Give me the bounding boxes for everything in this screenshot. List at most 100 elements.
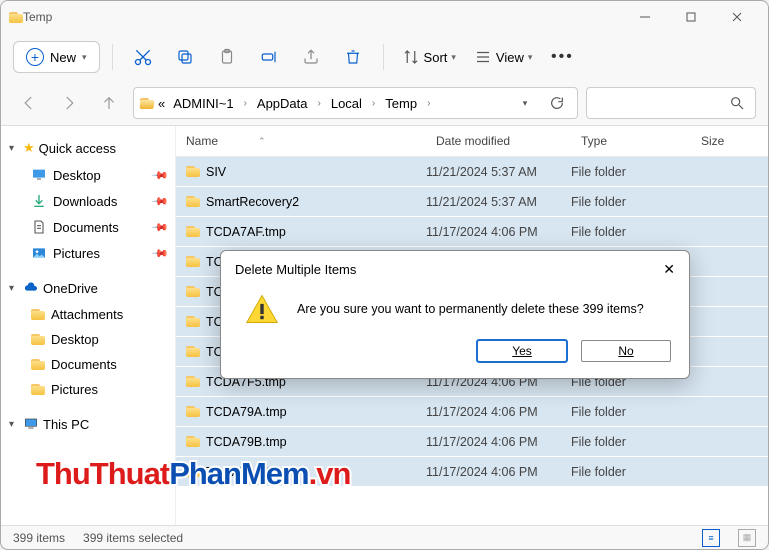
file-name: TCDA79B.tmp (206, 435, 287, 449)
file-date: 11/17/2024 4:06 PM (426, 465, 571, 479)
folder-icon (31, 359, 45, 370)
chevron-down-icon: ▾ (451, 52, 456, 63)
col-date[interactable]: Date modified (426, 126, 571, 156)
back-button[interactable] (13, 87, 45, 119)
address-box[interactable]: « ADMINI~1 › AppData › Local › Temp › ▾ (133, 87, 578, 119)
plus-icon: + (26, 48, 44, 66)
thispc-header[interactable]: ▾ This PC (1, 410, 175, 438)
col-size[interactable]: Size (691, 126, 768, 156)
file-date: 11/21/2024 5:37 AM (426, 165, 571, 179)
file-type: File folder (571, 195, 691, 209)
table-row[interactable]: SIV11/21/2024 5:37 AMFile folder (176, 157, 768, 187)
file-type: File folder (571, 225, 691, 239)
file-date: 11/17/2024 4:06 PM (426, 225, 571, 239)
yes-button[interactable]: Yes (477, 340, 567, 362)
history-dropdown[interactable]: ▾ (511, 98, 539, 109)
onedrive-header[interactable]: ▾ OneDrive (1, 274, 175, 302)
folder-icon (186, 376, 200, 387)
sidebar-item-pictures[interactable]: Pictures 📌 (1, 240, 175, 266)
documents-icon (31, 219, 47, 235)
sort-button[interactable]: Sort ▾ (396, 48, 462, 66)
no-button[interactable]: No (581, 340, 671, 362)
chevron-right-icon[interactable]: › (370, 98, 377, 109)
rename-button[interactable] (251, 39, 287, 75)
chevron-right-icon[interactable]: › (316, 98, 323, 109)
file-name: TCDA79C.tmp (206, 465, 287, 479)
folder-icon (186, 346, 200, 357)
share-button[interactable] (293, 39, 329, 75)
sidebar-item-documents[interactable]: Documents 📌 (1, 214, 175, 240)
folder-icon (186, 316, 200, 327)
col-name[interactable]: Name (186, 134, 218, 148)
file-name: SIV (206, 165, 226, 179)
breadcrumb-prefix: « (158, 96, 165, 111)
more-button[interactable]: ••• (544, 39, 580, 75)
file-date: 11/17/2024 4:06 PM (426, 405, 571, 419)
up-button[interactable] (93, 87, 125, 119)
folder-icon (31, 384, 45, 395)
copy-button[interactable] (167, 39, 203, 75)
new-button[interactable]: + New ▾ (13, 41, 100, 73)
details-view-button[interactable]: ≡ (702, 529, 720, 547)
dialog-message: Are you sure you want to permanently del… (297, 302, 644, 316)
item-count: 399 items (13, 531, 65, 545)
pin-icon: 📌 (151, 244, 170, 263)
sidebar-item-od-pictures[interactable]: Pictures (1, 377, 175, 402)
titlebar-folder-icon (9, 12, 23, 23)
delete-button[interactable] (335, 39, 371, 75)
breadcrumb-segment[interactable]: ADMINI~1 (169, 94, 237, 113)
sidebar-item-attachments[interactable]: Attachments (1, 302, 175, 327)
table-row[interactable]: TCDA79B.tmp11/17/2024 4:06 PMFile folder (176, 427, 768, 457)
col-type[interactable]: Type (571, 126, 691, 156)
folder-icon (31, 309, 45, 320)
file-name: TCDA79A.tmp (206, 405, 287, 419)
table-row[interactable]: TCDA7AF.tmp 11/17/2024 4:06 PMFile folder (176, 217, 768, 247)
close-button[interactable] (714, 1, 760, 33)
quick-access-header[interactable]: ▾ ★ Quick access (1, 134, 175, 162)
status-bar: 399 items 399 items selected ≡ ▦ (1, 525, 768, 549)
dialog-title: Delete Multiple Items (235, 262, 356, 277)
window-title: Temp (23, 10, 622, 24)
thumbnails-view-button[interactable]: ▦ (738, 529, 756, 547)
column-headers[interactable]: Name ⌃ Date modified Type Size (176, 126, 768, 157)
file-date: 11/21/2024 5:37 AM (426, 195, 571, 209)
chevron-right-icon[interactable]: › (425, 98, 432, 109)
table-row[interactable]: TCDA79C.tmp11/17/2024 4:06 PMFile folder (176, 457, 768, 487)
sidebar-item-od-desktop[interactable]: Desktop (1, 327, 175, 352)
breadcrumb-segment[interactable]: Temp (381, 94, 421, 113)
chevron-down-icon: ▾ (528, 52, 533, 63)
breadcrumb-segment[interactable]: AppData (253, 94, 312, 113)
dialog-close-button[interactable]: ✕ (663, 261, 675, 278)
table-row[interactable]: TCDA79A.tmp 11/17/2024 4:06 PMFile folder (176, 397, 768, 427)
file-type: File folder (571, 405, 691, 419)
titlebar: Temp (1, 1, 768, 33)
search-box[interactable] (586, 87, 756, 119)
table-row[interactable]: SmartRecovery211/21/2024 5:37 AMFile fol… (176, 187, 768, 217)
sidebar-item-downloads[interactable]: Downloads 📌 (1, 188, 175, 214)
paste-button[interactable] (209, 39, 245, 75)
chevron-down-icon: ▾ (82, 52, 87, 63)
maximize-button[interactable] (668, 1, 714, 33)
chevron-down-icon: ▾ (9, 419, 19, 430)
forward-button[interactable] (53, 87, 85, 119)
pictures-icon (31, 245, 47, 261)
breadcrumb-segment[interactable]: Local (327, 94, 366, 113)
view-label: View (496, 50, 524, 65)
separator (112, 44, 113, 70)
address-bar: « ADMINI~1 › AppData › Local › Temp › ▾ (1, 81, 768, 125)
folder-icon (186, 436, 200, 447)
quick-access-label: Quick access (39, 141, 116, 156)
view-button[interactable]: View ▾ (468, 48, 538, 66)
pin-icon: 📌 (151, 218, 170, 237)
selected-count: 399 items selected (83, 531, 183, 545)
pin-icon: 📌 (151, 192, 170, 211)
refresh-button[interactable] (543, 95, 571, 111)
sidebar-item-od-documents[interactable]: Documents (1, 352, 175, 377)
minimize-button[interactable] (622, 1, 668, 33)
sidebar-item-desktop[interactable]: Desktop 📌 (1, 162, 175, 188)
sort-indicator-icon: ⌃ (258, 136, 266, 147)
cut-button[interactable] (125, 39, 161, 75)
chevron-down-icon: ▾ (9, 143, 19, 154)
file-name: TCDA7AF.tmp (206, 225, 286, 239)
chevron-right-icon[interactable]: › (242, 98, 249, 109)
